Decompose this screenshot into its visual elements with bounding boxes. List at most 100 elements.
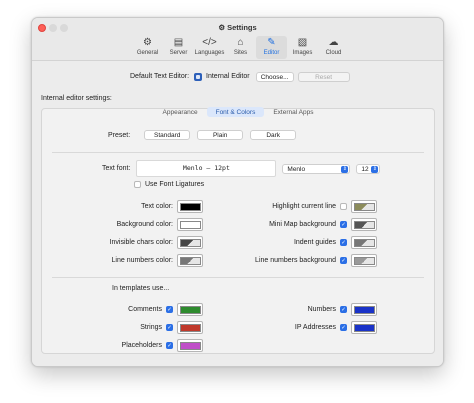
row-label: Numbers	[307, 306, 336, 313]
color-well[interactable]	[351, 303, 377, 316]
checkbox[interactable]: ✓	[340, 239, 347, 246]
color-well[interactable]	[351, 218, 377, 231]
house-icon: ⌂	[237, 37, 244, 48]
toolbar-label: Editor	[263, 50, 280, 56]
color-well[interactable]	[351, 321, 377, 334]
color-well[interactable]	[177, 236, 203, 249]
tab-external-apps[interactable]: External Apps	[264, 107, 322, 117]
row-label: Strings	[140, 324, 162, 331]
color-row-line-numbers-background: Line numbers background ✓	[222, 254, 377, 267]
toolbar-label: Images	[292, 50, 313, 56]
default-editor-row: Default Text Editor: Internal Editor Cho…	[130, 71, 350, 82]
color-row-text-color: Text color:	[62, 200, 203, 213]
toolbar-label: Cloud	[325, 50, 342, 56]
color-fill	[353, 238, 375, 247]
templates-heading: In templates use...	[112, 285, 170, 292]
settings-panel: Appearance Font & Colors External Apps P…	[41, 107, 435, 354]
color-fill	[179, 256, 201, 265]
color-fill	[179, 305, 201, 314]
tab-font-colors[interactable]: Font & Colors	[206, 107, 265, 117]
checkbox[interactable]: ✓	[340, 257, 347, 264]
font-family-value: Menlo	[287, 165, 306, 173]
preset-standard-button[interactable]: Standard	[144, 130, 191, 140]
reset-editor-button[interactable]: Reset	[297, 71, 350, 82]
row-label: Placeholders	[121, 342, 162, 349]
chevron-updown-icon: ⇕	[371, 165, 379, 173]
toolbar-languages[interactable]: </> Languages	[194, 36, 225, 59]
color-fill	[179, 341, 201, 350]
toolbar-server[interactable]: ▤ Server	[163, 36, 194, 59]
row-label: Indent guides	[293, 239, 336, 246]
gear-icon: ⚙	[218, 23, 226, 32]
template-row-ip-addresses: IP Addresses ✓	[242, 321, 377, 334]
color-fill	[353, 323, 375, 332]
row-label: Line numbers color:	[111, 257, 173, 264]
color-fill	[353, 202, 375, 211]
checkbox[interactable]: ✓	[166, 306, 173, 313]
checkbox[interactable]: ✓	[340, 221, 347, 228]
color-row-invisible-chars-color: Invisible chars color:	[62, 236, 203, 249]
toolbar-label: General	[136, 50, 159, 56]
checkbox[interactable]: ✓	[340, 306, 347, 313]
toolbar-label: Sites	[233, 50, 248, 56]
template-row-placeholders: Placeholders ✓	[72, 339, 203, 352]
choose-editor-button[interactable]: Choose...	[255, 71, 294, 82]
server-icon: ▤	[173, 37, 184, 48]
preset-label: Preset:	[108, 131, 131, 139]
row-label: Invisible chars color:	[109, 239, 173, 246]
toolbar-general[interactable]: ⚙ General	[132, 36, 163, 59]
color-well[interactable]	[351, 200, 377, 213]
color-well[interactable]	[177, 339, 203, 352]
font-size-select[interactable]: 12 ⇕	[356, 163, 381, 174]
font-preview[interactable]: Menlo — 12pt	[136, 160, 277, 177]
color-well[interactable]	[177, 218, 203, 231]
tab-appearance[interactable]: Appearance	[154, 107, 207, 117]
default-editor-value: Internal Editor	[206, 73, 250, 80]
color-well[interactable]	[177, 303, 203, 316]
color-well[interactable]	[177, 254, 203, 267]
cloud-icon: ☁	[328, 37, 339, 48]
font-family-select[interactable]: Menlo ⇕	[282, 163, 351, 174]
color-well[interactable]	[351, 254, 377, 267]
template-row-comments: Comments ✓	[72, 303, 203, 316]
divider	[52, 152, 424, 153]
editor-app-icon	[194, 72, 203, 81]
font-row: Text font: Menlo — 12pt Menlo ⇕ 12 ⇕	[102, 160, 381, 177]
color-fill	[353, 256, 375, 265]
settings-window: ⚙ Settings ⚙ General ▤ Server </> Languages ⌂ Si…	[31, 17, 444, 367]
internal-settings-heading: Internal editor settings:	[41, 95, 112, 102]
color-well[interactable]	[177, 200, 203, 213]
color-well[interactable]	[351, 236, 377, 249]
divider	[52, 277, 424, 278]
checkbox[interactable]: ✓	[166, 342, 173, 349]
color-fill	[179, 220, 201, 229]
row-label: Background color:	[116, 221, 173, 228]
row-label: Comments	[128, 306, 162, 313]
color-row-mini-map-background: Mini Map background ✓	[222, 218, 377, 231]
toolbar-sites[interactable]: ⌂ Sites	[225, 36, 256, 59]
editor-icon: ✎	[267, 37, 276, 48]
text-font-label: Text font:	[102, 165, 131, 172]
row-label: Highlight current line	[272, 203, 336, 210]
editor-pane: Default Text Editor: Internal Editor Cho…	[32, 61, 443, 366]
color-row-background-color: Background color:	[62, 218, 203, 231]
settings-tabs: Appearance Font & Colors External Apps	[42, 107, 434, 117]
window-title-text: Settings	[227, 23, 257, 32]
preset-plain-button[interactable]: Plain	[197, 130, 244, 140]
checkbox[interactable]: ✓	[340, 324, 347, 331]
ligatures-label: Use Font Ligatures	[145, 181, 205, 188]
ligatures-checkbox[interactable]	[134, 181, 141, 188]
preset-dark-button[interactable]: Dark	[250, 130, 297, 140]
toolbar-cloud[interactable]: ☁ Cloud	[318, 36, 349, 59]
color-well[interactable]	[177, 321, 203, 334]
color-fill	[179, 323, 201, 332]
checkbox[interactable]	[340, 203, 347, 210]
toolbar-label: Server	[169, 50, 188, 56]
color-row-indent-guides: Indent guides ✓	[222, 236, 377, 249]
toolbar-editor[interactable]: ✎ Editor	[256, 36, 287, 59]
checkbox[interactable]: ✓	[166, 324, 173, 331]
title-bar: ⚙ Settings ⚙ General ▤ Server </> Languages ⌂ Si…	[32, 18, 443, 61]
toolbar-images[interactable]: ▧ Images	[287, 36, 318, 59]
toolbar-label: Languages	[194, 50, 225, 56]
color-fill	[179, 202, 201, 211]
